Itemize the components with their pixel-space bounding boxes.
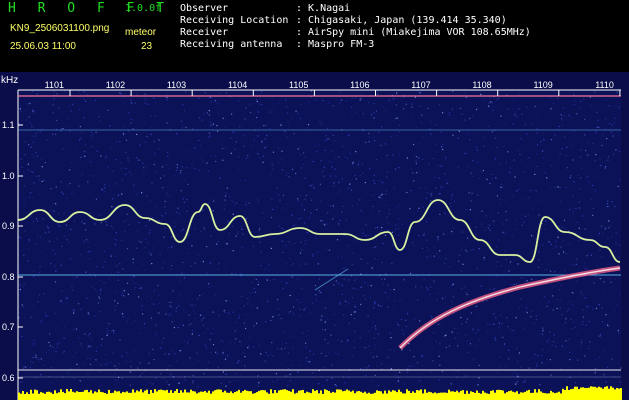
y-tick-label-0.9: 0.9	[2, 221, 15, 231]
info-value-observer: : K.Nagai	[296, 3, 351, 14]
y-tick-label-1.1: 1.1	[2, 120, 15, 130]
info-key-receiver: Receiver	[180, 27, 229, 38]
x-tick-label-1110: 1110	[595, 80, 614, 90]
info-key-location: Receiving Location	[180, 15, 289, 26]
x-tick-label-1108: 1108	[472, 80, 491, 90]
plot-area	[18, 90, 621, 400]
app-version: 1.0.0f	[125, 3, 162, 14]
y-tick-label-0.6: 0.6	[2, 373, 15, 383]
x-tick-label-1104: 1104	[228, 80, 247, 90]
meteor-count: 23	[141, 41, 153, 52]
x-tick-label-1107: 1107	[411, 80, 430, 90]
meteor-label: meteor	[125, 27, 157, 38]
y-tick-label-0.8: 0.8	[2, 272, 15, 282]
info-key-observer: Observer	[180, 3, 229, 14]
info-value-antenna: : Maspro FM-3	[296, 39, 375, 50]
x-tick-label-1106: 1106	[350, 80, 369, 90]
spectrogram-panel: 1101 1102 1103 1104 1105 1106 1107 1108 1109 1110…	[0, 72, 629, 400]
x-tick-label-1105: 1105	[289, 80, 308, 90]
y-tick-label-0.7: 0.7	[2, 322, 15, 332]
timestamp: 25.06.03 11:00	[10, 41, 76, 52]
info-key-antenna: Receiving antenna	[180, 39, 283, 50]
y-tick-label-1.0: 1.0	[2, 171, 15, 181]
file-name: KN9_2506031100.png	[10, 23, 110, 34]
info-value-receiver: : AirSpy mini (Miakejima VOR 108.65MHz)	[296, 27, 531, 38]
header-panel: H R O F F T 1.0.0f KN9_2506031100.png me…	[0, 0, 629, 72]
x-tick-label-1109: 1109	[533, 80, 552, 90]
x-tick-label-1103: 1103	[167, 80, 186, 90]
unit-label: kHz	[1, 75, 18, 86]
info-value-location: : Chigasaki, Japan (139.414 35.340)	[296, 15, 507, 26]
x-tick-label-1101: 1101	[45, 80, 64, 90]
x-tick-label-1102: 1102	[106, 80, 125, 90]
